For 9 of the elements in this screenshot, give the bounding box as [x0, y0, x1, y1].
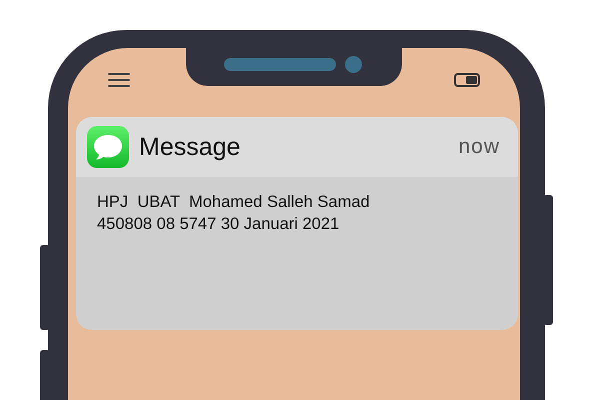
message-text: HPJ UBAT Mohamed Salleh Samad: [97, 192, 371, 213]
message-app-icon: [87, 126, 129, 168]
notification-card[interactable]: Message now HPJ UBAT Mohamed Salleh Samad 450808 08 5747 30 Januari 2021: [76, 117, 518, 330]
menu-icon[interactable]: [108, 72, 130, 88]
toggle-icon[interactable]: [454, 73, 480, 87]
camera-dot: [345, 56, 362, 73]
app-name: Message: [139, 132, 242, 162]
notification-time: now: [458, 135, 500, 159]
message-text: 450808 08 5747 30 Januari 2021: [97, 214, 340, 235]
